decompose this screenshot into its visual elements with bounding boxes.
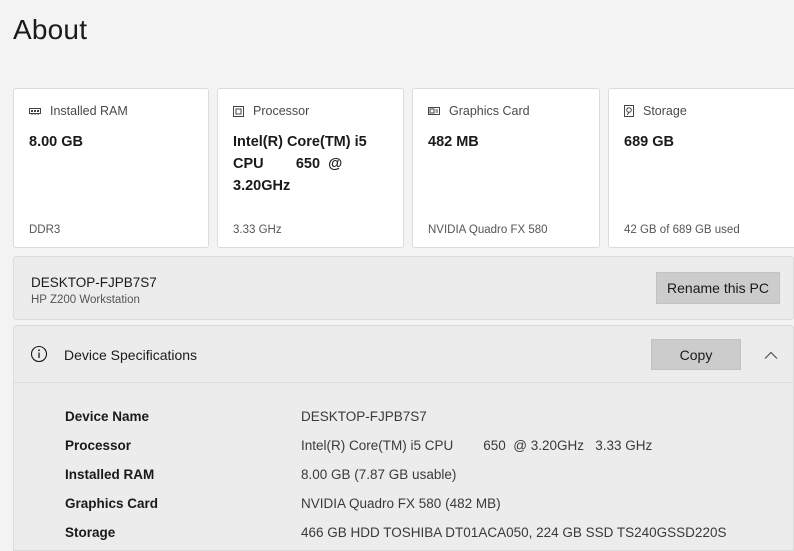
chevron-up-icon[interactable] [764,347,778,365]
card-label: Installed RAM [50,104,128,118]
card-value: 482 MB [428,134,479,150]
spec-row-device-name: Device Name DESKTOP-FJPB7S7 [14,409,793,433]
info-icon [30,345,48,368]
device-specifications-title: Device Specifications [64,347,198,363]
rename-pc-button[interactable]: Rename this PC [656,272,780,304]
processor-icon [233,105,244,117]
spec-value: DESKTOP-FJPB7S7 [301,409,427,424]
card-subtext: NVIDIA Quadro FX 580 [428,224,548,236]
card-installed-ram: Installed RAM 8.00 GB DDR3 [13,88,209,248]
card-processor: Processor Intel(R) Core(TM) i5 CPU 650 @… [217,88,404,248]
card-value: 8.00 GB [29,134,83,150]
spec-row-processor: Processor Intel(R) Core(TM) i5 CPU 650 @… [14,438,793,462]
spec-value: Intel(R) Core(TM) i5 CPU 650 @ 3.20GHz 3… [301,438,653,453]
device-specifications-body: Device Name DESKTOP-FJPB7S7 Processor In… [13,382,794,551]
spec-key: Processor [65,438,132,453]
device-name: DESKTOP-FJPB7S7 [31,275,157,290]
spec-value: NVIDIA Quadro FX 580 (482 MB) [301,496,501,511]
card-value: Intel(R) Core(TM) i5 CPU 650 @ 3.20GHz [233,134,367,194]
card-label: Graphics Card [449,104,530,118]
device-name-row: DESKTOP-FJPB7S7 HP Z200 Workstation Rena… [13,256,794,320]
card-label: Storage [643,104,687,118]
card-subtext: DDR3 [29,224,61,236]
spec-key: Graphics Card [65,496,159,511]
ram-icon [29,106,41,116]
graphics-card-icon [428,106,440,116]
spec-cards: Installed RAM 8.00 GB DDR3 Processor Int… [13,88,794,248]
spec-key: Storage [65,525,116,540]
spec-value: 466 GB HDD TOSHIBA DT01ACA050, 224 GB SS… [301,525,727,540]
spec-row-graphics-card: Graphics Card NVIDIA Quadro FX 580 (482 … [14,496,793,520]
spec-value: 8.00 GB (7.87 GB usable) [301,467,457,482]
card-label: Processor [253,104,310,118]
spec-key: Installed RAM [65,467,155,482]
spec-row-installed-ram: Installed RAM 8.00 GB (7.87 GB usable) [14,467,793,491]
card-value: 689 GB [624,134,674,150]
card-subtext: 42 GB of 689 GB used [624,224,740,236]
page-title: About [13,14,88,45]
spec-row-storage: Storage 466 GB HDD TOSHIBA DT01ACA050, 2… [14,525,793,549]
card-storage: Storage 689 GB 42 GB of 689 GB used [608,88,794,248]
card-graphics-card: Graphics Card 482 MB NVIDIA Quadro FX 58… [412,88,600,248]
storage-icon [624,105,634,117]
device-model: HP Z200 Workstation [31,294,140,306]
device-specifications-header[interactable]: Device Specifications Copy [13,325,794,383]
copy-button[interactable]: Copy [651,339,741,370]
spec-key: Device Name [65,409,150,424]
card-subtext: 3.33 GHz [233,224,282,236]
about-page: About Installed RAM 8.00 GB DDR3 Process… [0,0,794,551]
